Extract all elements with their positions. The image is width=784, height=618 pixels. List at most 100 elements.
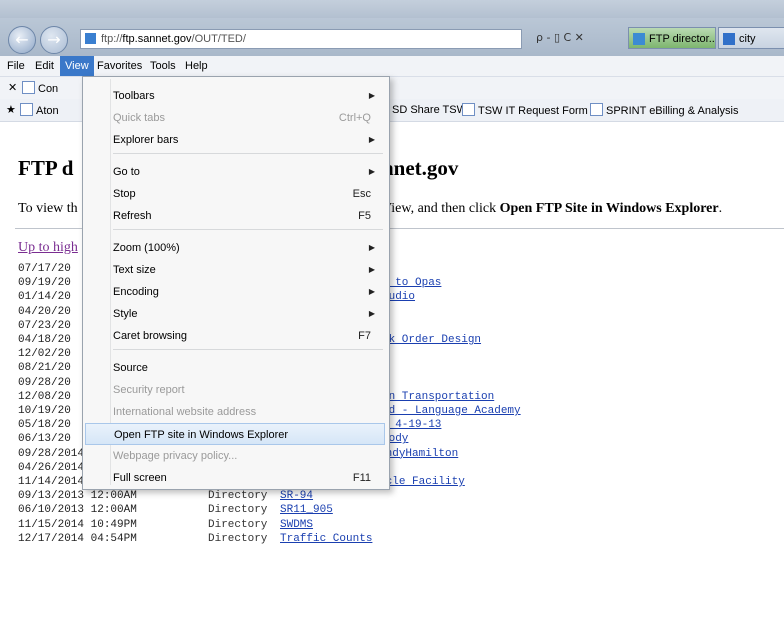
listing-date: 09/13/2013 12:00AM <box>18 490 137 503</box>
favorites-star-icon[interactable]: ★ <box>6 103 16 117</box>
menu-item-label: Caret browsing <box>113 330 187 342</box>
forward-button[interactable]: → <box>40 26 68 54</box>
menu-item-go-to[interactable]: Go to ▶ <box>85 161 385 183</box>
menu-item-encoding[interactable]: Encoding ▶ <box>85 281 385 303</box>
listing-link[interactable]: SR-94 <box>280 489 313 503</box>
instruction-end: . <box>718 201 723 216</box>
listing-date: 11/15/2014 10:49PM <box>18 518 137 531</box>
menu-file[interactable]: File <box>2 56 30 76</box>
listing-link[interactable]: ad - Language Academy <box>382 404 521 418</box>
menu-item-label: Full screen <box>113 472 167 484</box>
menu-item-label: International website address <box>113 406 257 418</box>
listing-date: 06/10/2013 12:00AM <box>18 504 137 517</box>
menu-item-stop[interactable]: Stop Esc <box>85 183 385 205</box>
menu-item-label: Source <box>113 362 148 374</box>
instruction-text: To view th <box>18 201 78 216</box>
menu-item-label: Security report <box>113 384 185 396</box>
menu-tools[interactable]: Tools <box>145 56 181 76</box>
menu-item-explorer-bars[interactable]: Explorer bars ▶ <box>85 129 385 151</box>
listing-link[interactable]: rk Order Design <box>382 333 481 347</box>
submenu-arrow-icon: ▶ <box>368 265 375 274</box>
submenu-arrow-icon: ▶ <box>368 287 375 296</box>
page-heading: FTP d <box>18 156 74 180</box>
page-icon <box>462 103 475 116</box>
menu-item-shortcut: F5 <box>358 210 371 222</box>
menu-item-text-size[interactable]: Text size ▶ <box>85 259 385 281</box>
favorite-tsw-it[interactable]: TSW IT Request Form <box>462 103 588 117</box>
menu-item-label: Text size <box>113 264 156 276</box>
menu-item-style[interactable]: Style ▶ <box>85 303 385 325</box>
navigation-bar: ← → ftp://ftp.sannet.gov/OUT/TED/ ρ - ▯ … <box>0 18 784 56</box>
menu-item-label: Explorer bars <box>113 134 179 146</box>
instruction-bold: Open FTP Site in Windows Explorer <box>499 201 719 216</box>
back-arrow-icon: ← <box>15 30 29 49</box>
tab-city[interactable]: city <box>718 27 784 49</box>
forward-arrow-icon: → <box>47 30 61 49</box>
tab-label: FTP director... <box>649 33 716 45</box>
listing-link[interactable]: in Transportation <box>382 390 494 404</box>
address-bar[interactable]: ftp://ftp.sannet.gov/OUT/TED/ <box>80 29 522 49</box>
instruction-text-tail: View, and then click Open FTP Site in Wi… <box>382 201 722 217</box>
menu-favorites[interactable]: Favorites <box>92 56 147 76</box>
instruction-part: View, and then click <box>382 201 500 216</box>
submenu-arrow-icon: ▶ <box>368 167 375 176</box>
menu-item-label: Refresh <box>113 210 152 222</box>
favorite-label: SD Share TSW <box>392 104 467 116</box>
title-bar <box>0 0 784 18</box>
listing-link[interactable]: r to Opas <box>382 276 441 290</box>
submenu-arrow-icon: ▶ <box>368 91 375 100</box>
back-button[interactable]: ← <box>8 26 36 54</box>
site-icon <box>723 33 735 45</box>
listing-link[interactable]: C 4-19-13 <box>382 418 441 432</box>
menu-item-refresh[interactable]: Refresh F5 <box>85 205 385 227</box>
menu-item-label: Zoom (100%) <box>113 242 180 254</box>
url-prefix: ftp:// <box>101 33 123 45</box>
listing-type: Directory <box>208 490 268 503</box>
url-path: /OUT/TED/ <box>191 33 246 45</box>
menu-item-webpage-privacy-policy: Webpage privacy policy... <box>85 445 385 467</box>
menu-item-shortcut: F7 <box>358 330 371 342</box>
menu-item-shortcut: F11 <box>352 472 371 484</box>
address-url: ftp://ftp.sannet.gov/OUT/TED/ <box>101 30 246 48</box>
menu-edit[interactable]: Edit <box>30 56 59 76</box>
close-icon[interactable]: ✕ <box>8 81 17 95</box>
favorite-sd-share[interactable]: SD Share TSW <box>392 103 467 117</box>
favorite-label: TSW IT Request Form <box>478 105 588 117</box>
menu-item-label: Webpage privacy policy... <box>113 450 238 462</box>
listing-type: Directory <box>208 518 268 531</box>
menu-separator <box>113 229 383 230</box>
menu-item-open-ftp-site-in-windows-explorer[interactable]: Open FTP site in Windows Explorer <box>85 423 385 445</box>
menu-item-label: Style <box>113 308 138 320</box>
menu-view[interactable]: View <box>60 56 94 76</box>
menu-separator <box>113 153 383 154</box>
menu-item-label: Go to <box>113 166 140 178</box>
menu-item-source[interactable]: Source <box>85 357 385 379</box>
favorite-sprint[interactable]: SPRINT eBilling & Analysis <box>590 103 738 117</box>
menu-item-caret-browsing[interactable]: Caret browsing F7 <box>85 325 385 347</box>
menu-help[interactable]: Help <box>180 56 213 76</box>
address-tools[interactable]: ρ - ▯ C ✕ <box>536 29 624 47</box>
up-level-link[interactable]: Up to high <box>18 240 78 256</box>
page-icon <box>20 103 33 116</box>
menu-item-shortcut: Esc <box>352 188 371 200</box>
menu-item-zoom-100[interactable]: Zoom (100%) ▶ <box>85 237 385 259</box>
tab-ftp-directory[interactable]: FTP director... <box>628 27 716 49</box>
command-item[interactable]: Con <box>22 81 58 95</box>
ftp-folder-icon <box>633 33 645 45</box>
menu-item-full-screen[interactable]: Full screen F11 <box>85 467 385 489</box>
menu-item-international-website-address: International website address <box>85 401 385 423</box>
menu-item-label: Open FTP site in Windows Explorer <box>114 429 289 441</box>
menu-item-quick-tabs: Quick tabs Ctrl+Q <box>85 107 385 129</box>
favorite-label: SPRINT eBilling & Analysis <box>606 105 739 117</box>
favorite-aton[interactable]: Aton <box>20 103 59 117</box>
menu-item-toolbars[interactable]: Toolbars ▶ <box>85 85 385 107</box>
menu-item-label: Encoding <box>113 286 159 298</box>
listing-link[interactable]: SWDMS <box>280 518 313 532</box>
listing-link[interactable]: SR11_905 <box>280 503 333 517</box>
page-icon <box>590 103 603 116</box>
listing-link[interactable]: Traffic Counts <box>280 532 372 546</box>
menu-item-label: Quick tabs <box>113 112 165 124</box>
menu-item-shortcut: Ctrl+Q <box>338 112 371 124</box>
submenu-arrow-icon: ▶ <box>368 135 375 144</box>
menu-item-security-report: Security report <box>85 379 385 401</box>
